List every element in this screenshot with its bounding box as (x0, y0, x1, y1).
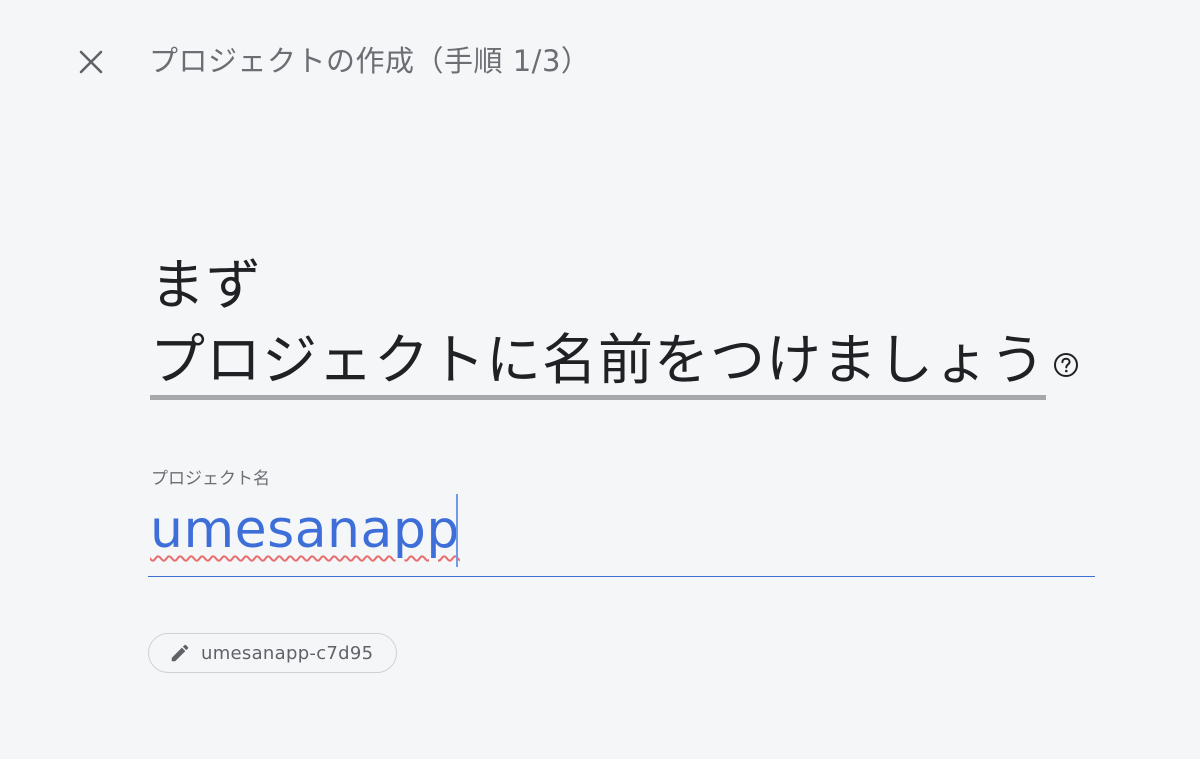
project-id-text: umesanapp-c7d95 (201, 642, 374, 664)
project-id-edit-chip[interactable]: umesanapp-c7d95 (148, 633, 397, 673)
help-circle-icon[interactable] (1052, 351, 1080, 379)
project-name-label: プロジェクト名 (151, 469, 270, 489)
text-caret (456, 494, 458, 567)
heading-line-1: まず (150, 253, 263, 317)
project-name-value[interactable]: umesanapp (150, 498, 460, 562)
heading-line-2: プロジェクトに名前をつけましょう (150, 333, 1047, 400)
close-button[interactable] (66, 37, 116, 87)
page-title: プロジェクトの作成（手順 1/3） (149, 44, 591, 78)
pencil-icon (169, 642, 191, 664)
heading: まず プロジェクトに名前をつけましょう (150, 258, 1110, 400)
create-project-page: プロジェクトの作成（手順 1/3） まず プロジェクトに名前をつけましょう プロ… (0, 0, 1200, 759)
project-name-input[interactable]: umesanapp (148, 494, 1095, 577)
close-icon (79, 50, 103, 74)
